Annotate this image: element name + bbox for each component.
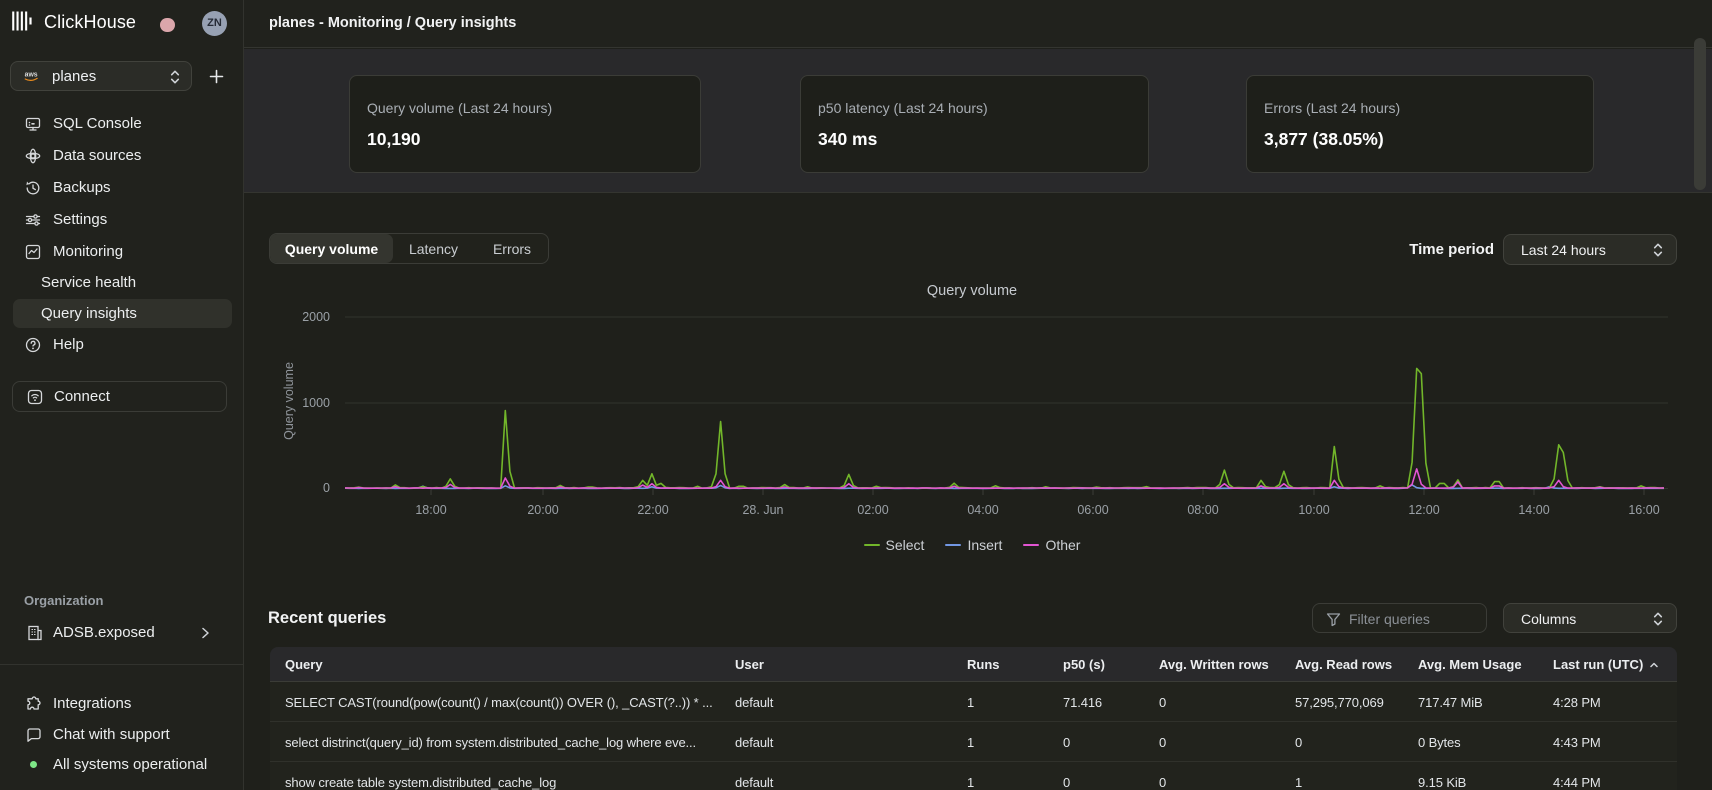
svg-text:aws: aws — [25, 72, 38, 79]
